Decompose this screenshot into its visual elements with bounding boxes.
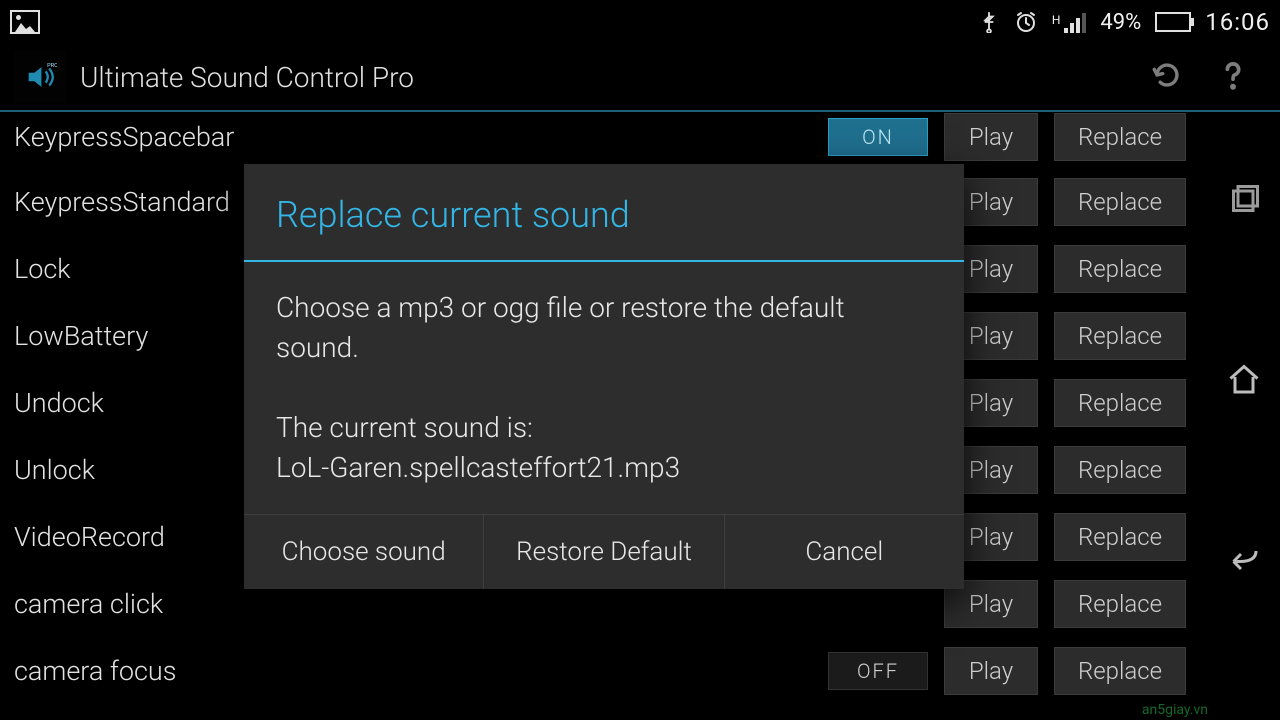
cancel-button[interactable]: Cancel — [725, 515, 964, 589]
dialog-button-row: Choose sound Restore Default Cancel — [244, 514, 964, 589]
dialog-title: Replace current sound — [244, 164, 964, 262]
dialog-instruction: Choose a mp3 or ogg file or restore the … — [276, 288, 932, 368]
dialog-current-file: LoL-Garen.spellcasteffort21.mp3 — [276, 448, 932, 488]
dialog-current-label: The current sound is: — [276, 408, 932, 448]
replace-sound-dialog: Replace current sound Choose a mp3 or og… — [244, 164, 964, 589]
choose-sound-button[interactable]: Choose sound — [244, 515, 484, 589]
dialog-body: Choose a mp3 or ogg file or restore the … — [244, 262, 964, 514]
restore-default-button[interactable]: Restore Default — [484, 515, 724, 589]
watermark: an5giay.vn — [1142, 702, 1208, 718]
